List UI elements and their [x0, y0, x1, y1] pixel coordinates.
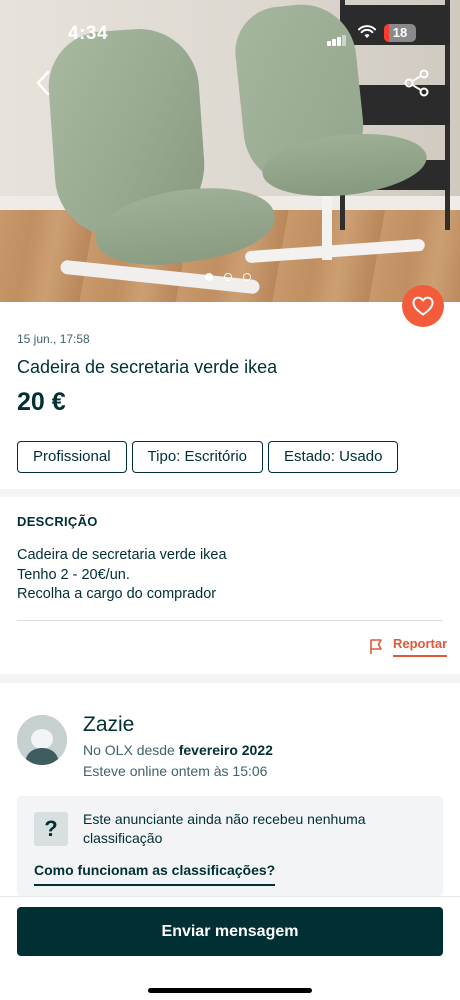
ratings-info-link[interactable]: Como funcionam as classificações? — [34, 862, 276, 886]
tag-seller-type[interactable]: Profissional — [17, 441, 127, 473]
member-since-date: fevereiro 2022 — [178, 742, 273, 758]
gallery-pagination[interactable] — [205, 273, 251, 281]
listing-photo[interactable] — [0, 0, 460, 302]
wifi-icon — [358, 25, 376, 44]
description-line: Cadeira de secretaria verde ikea — [17, 547, 227, 563]
share-icon — [404, 69, 429, 97]
seller-name[interactable]: Zazie — [83, 713, 134, 737]
bottom-action-bar: Enviar mensagem — [0, 896, 460, 1000]
seller-member-since: No OLX desde fevereiro 2022 — [83, 742, 273, 758]
battery-level: 18 — [392, 25, 408, 40]
gallery-dot[interactable] — [205, 273, 213, 281]
rating-message: Este anunciante ainda não recebeu nenhum… — [83, 811, 366, 846]
attribute-tags: Profissional Tipo: Escritório Estado: Us… — [17, 441, 399, 473]
gallery-dot[interactable] — [243, 273, 251, 281]
description-heading: DESCRIÇÃO — [17, 514, 98, 529]
section-divider — [0, 489, 460, 497]
tag-type[interactable]: Tipo: Escritório — [131, 441, 264, 473]
section-divider — [0, 674, 460, 683]
report-link[interactable]: Reportar — [368, 636, 448, 657]
chevron-left-icon — [36, 70, 50, 96]
seller-last-online: Esteve online ontem às 15:06 — [83, 763, 268, 779]
favorite-button[interactable] — [402, 285, 444, 327]
photo-chair-pole — [322, 190, 332, 260]
member-since-prefix: No OLX desde — [83, 742, 179, 758]
share-button[interactable] — [402, 68, 432, 98]
heart-icon — [412, 296, 434, 316]
user-avatar-icon — [17, 715, 67, 765]
home-indicator[interactable] — [148, 988, 312, 993]
send-message-button[interactable]: Enviar mensagem — [17, 907, 443, 956]
rating-box: ? Este anunciante ainda não recebeu nenh… — [17, 796, 443, 896]
listing-price: 20 € — [17, 388, 66, 416]
report-label[interactable]: Reportar — [393, 636, 448, 657]
back-button[interactable] — [30, 66, 58, 100]
flag-icon — [370, 639, 382, 654]
posted-date: 15 jun., 17:58 — [17, 332, 90, 346]
tag-condition[interactable]: Estado: Usado — [268, 441, 399, 473]
description-line: Recolha a cargo do comprador — [17, 586, 217, 602]
seller-avatar[interactable] — [17, 715, 67, 765]
status-time: 4:34 — [68, 23, 109, 44]
gallery-dot[interactable] — [224, 273, 232, 281]
battery-icon: 18 — [384, 24, 416, 42]
cellular-signal-icon — [327, 28, 347, 46]
question-icon: ? — [34, 812, 68, 846]
divider — [17, 620, 443, 621]
description-line: Tenho 2 - 20€/un. — [17, 567, 130, 583]
listing-title: Cadeira de secretaria verde ikea — [17, 357, 278, 377]
